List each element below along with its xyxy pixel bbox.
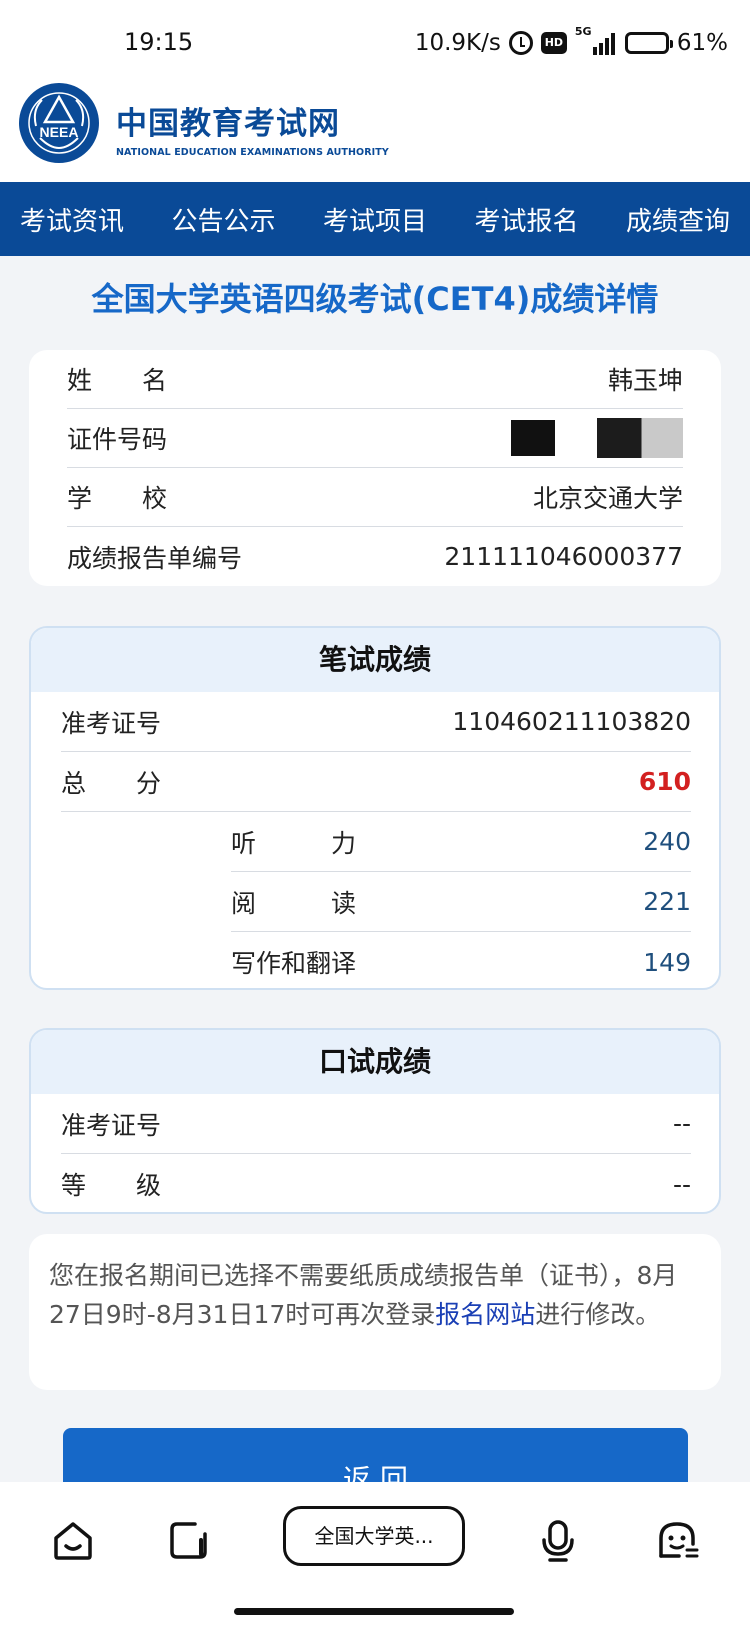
paper-report-notice: 您在报名期间已选择不需要纸质成绩报告单（证书），8月27日9时-8月31日17时…	[29, 1234, 721, 1390]
current-tab-button[interactable]: 全国大学英...	[283, 1506, 465, 1566]
school-row: 学 校 北京交通大学	[67, 468, 683, 527]
nav-item-registration[interactable]: 考试报名	[474, 201, 578, 238]
listening-label: 听 力	[231, 828, 357, 858]
net-speed: 10.9K/s	[414, 30, 501, 56]
name-value: 韩玉坤	[607, 366, 683, 395]
site-header: NEEA 中国教育考试网 NATIONAL EDUCATION EXAMINAT…	[0, 82, 750, 182]
status-time: 19:15	[124, 28, 194, 56]
assistant-icon[interactable]	[655, 1518, 699, 1562]
battery-icon	[624, 32, 673, 54]
written-score-title: 笔试成绩	[31, 628, 719, 692]
nav-item-score-query[interactable]: 成绩查询	[626, 201, 730, 238]
total-score-label: 总 分	[61, 768, 162, 798]
alarm-icon	[508, 31, 533, 55]
written-score-card: 笔试成绩 准考证号 110460211103820 总 分 610 听 力 24…	[29, 626, 721, 990]
total-score-row: 总 分 610	[61, 752, 691, 812]
school-label: 学 校	[67, 484, 168, 513]
page-title: 全国大学英语四级考试(CET4)成绩详情	[91, 280, 659, 318]
written-ticket-value: 110460211103820	[452, 707, 691, 736]
oral-grade-row: 等 级 --	[61, 1154, 691, 1212]
neea-logo[interactable]: NEEA	[18, 82, 100, 164]
hd-icon: HD	[540, 32, 567, 54]
reading-label: 阅 读	[231, 888, 357, 918]
signal-icon: 5G	[575, 25, 617, 57]
written-ticket-label: 准考证号	[61, 708, 162, 738]
oral-score-card: 口试成绩 准考证号 -- 等 级 --	[29, 1028, 721, 1214]
oral-score-title: 口试成绩	[31, 1030, 719, 1094]
browser-bottom-bar: 全国大学英...	[0, 1482, 750, 1625]
writing-row: 写作和翻译 149	[231, 932, 691, 988]
site-name-en: NATIONAL EDUCATION EXAMINATIONS AUTHORIT…	[116, 147, 389, 158]
tabs-icon[interactable]	[167, 1518, 211, 1562]
nav-item-news[interactable]: 考试资讯	[20, 201, 124, 238]
report-no-value: 211111046000377	[444, 542, 683, 571]
status-icons: 10.9K/s HD 5G 61%	[414, 25, 728, 58]
listening-row: 听 力 240	[231, 812, 691, 872]
oral-grade-value: --	[672, 1169, 691, 1199]
main-nav: 考试资讯 公告公示 考试项目 考试报名 成绩查询	[0, 182, 750, 256]
candidate-info-card: 姓 名 韩玉坤 证件号码 学 校 北京交通大学 成绩报告单编号 21111104…	[29, 350, 721, 586]
school-value: 北京交通大学	[532, 484, 683, 513]
battery-percent: 61%	[676, 30, 728, 56]
oral-ticket-value: --	[672, 1109, 691, 1138]
id-label: 证件号码	[67, 425, 168, 454]
name-row: 姓 名 韩玉坤	[67, 350, 683, 409]
home-icon[interactable]	[51, 1518, 95, 1562]
id-row: 证件号码	[67, 409, 683, 468]
oral-grade-label: 等 级	[61, 1171, 162, 1200]
notice-text-end: 进行修改。	[535, 1300, 661, 1329]
report-no-label: 成绩报告单编号	[67, 543, 243, 573]
reading-score: 221	[643, 887, 691, 916]
registration-site-link[interactable]: 报名网站	[435, 1300, 535, 1329]
name-label: 姓 名	[67, 366, 168, 395]
nav-item-announcements[interactable]: 公告公示	[171, 201, 275, 238]
site-brand[interactable]: 中国教育考试网 NATIONAL EDUCATION EXAMINATIONS …	[116, 98, 389, 158]
microphone-icon[interactable]	[536, 1518, 580, 1562]
oral-ticket-label: 准考证号	[61, 1110, 162, 1140]
written-ticket-row: 准考证号 110460211103820	[61, 692, 691, 752]
writing-label: 写作和翻译	[231, 949, 357, 978]
report-no-row: 成绩报告单编号 211111046000377	[67, 527, 683, 586]
home-indicator[interactable]	[234, 1608, 514, 1615]
reading-row: 阅 读 221	[231, 872, 691, 932]
status-bar: 19:15 10.9K/s HD 5G 61%	[0, 0, 750, 82]
writing-score: 149	[643, 947, 691, 977]
id-value-redacted	[511, 418, 683, 458]
site-name-cn: 中国教育考试网	[116, 106, 340, 142]
nav-item-exams[interactable]: 考试项目	[323, 201, 427, 238]
svg-text:NEEA: NEEA	[40, 124, 79, 140]
oral-ticket-row: 准考证号 --	[61, 1094, 691, 1154]
total-score-value: 610	[638, 767, 691, 796]
listening-score: 240	[643, 827, 691, 856]
